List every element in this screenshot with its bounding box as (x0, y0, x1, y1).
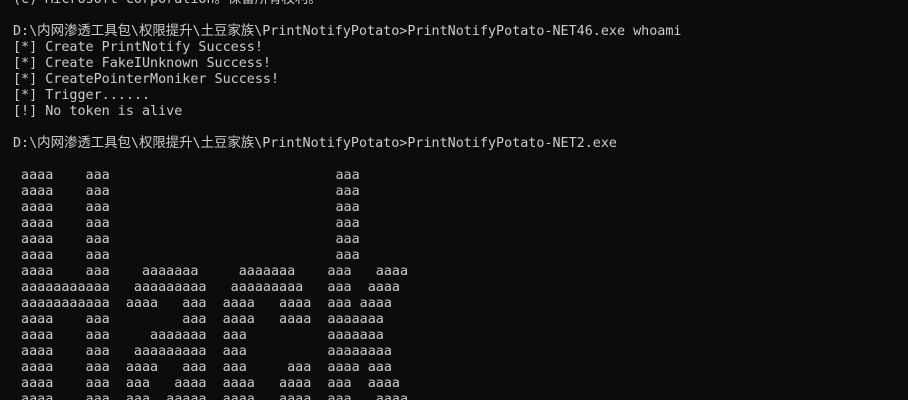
console-line: aaaa aaa aaa aaaaa aaaa aaaa aaa aaaa (13, 392, 409, 400)
console-line: aaaa aaa aaa (13, 200, 360, 215)
console-line: [*] Create PrintNotify Success! (13, 40, 263, 55)
console-line: aaaa aaa aaaaaaaaa aaa aaaaaaaa (13, 344, 392, 359)
console-line: aaaa aaa aaa (13, 216, 360, 231)
console-line: D:\内网渗透工具包\权限提升\土豆家族\PrintNotifyPotato>P… (13, 136, 617, 151)
console-line: [*] Trigger...... (13, 88, 151, 103)
console-line: aaaaaaaaaaa aaaa aaa aaaa aaaa aaa aaaa (13, 296, 392, 311)
console-output[interactable]: (c) Microsoft Corporation。保留所有权利。 D:\内网渗透… (13, 0, 903, 400)
console-line: aaaa aaa aaaaaaa aaaaaaa aaa aaaa (13, 264, 409, 279)
console-line: aaaa aaa aaaaaaa aaa aaaaaaa (13, 328, 384, 343)
console-line: aaaa aaa aaa (13, 232, 360, 247)
console-line: aaaaaaaaaaa aaaaaaaaa aaaaaaaaa aaa aaaa (13, 280, 400, 295)
console-line: [*] Create FakeIUnknown Success! (13, 56, 271, 71)
console-line: aaaa aaa aaa (13, 248, 360, 263)
console-line: [!] No token is alive (13, 104, 183, 119)
console-line: (c) Microsoft Corporation。保留所有权利。 (13, 0, 903, 8)
console-line: aaaa aaa aaa aaaa aaaa aaaa aaa aaaa (13, 376, 400, 391)
console-line: aaaa aaa aaa aaaa aaaa aaaaaaa (13, 312, 384, 327)
console-line: [*] CreatePointerMoniker Success! (13, 72, 280, 87)
console-line: aaaa aaa aaa (13, 184, 360, 199)
console-line: aaaa aaa aaa (13, 168, 360, 183)
console-line: aaaa aaa aaaa aaa aaa aaa aaaa aaa (13, 360, 392, 375)
console-line: D:\内网渗透工具包\权限提升\土豆家族\PrintNotifyPotato>P… (13, 24, 682, 39)
